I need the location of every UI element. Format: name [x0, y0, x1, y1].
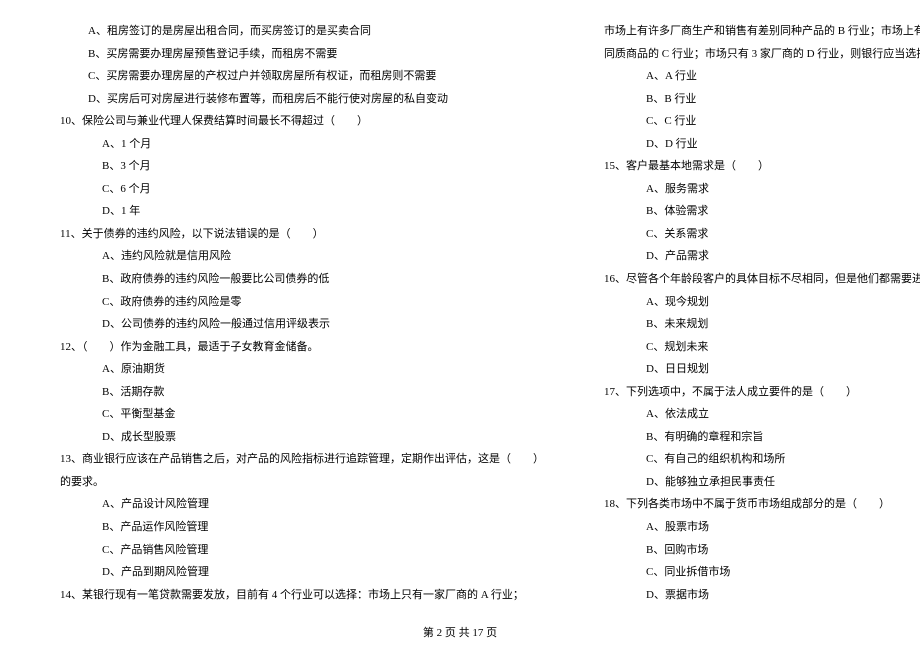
option-text: B、产品运作风险管理 [60, 516, 544, 539]
option-text: D、日日规划 [604, 358, 920, 381]
option-text: B、有明确的章程和宗旨 [604, 426, 920, 449]
option-text: C、政府债券的违约风险是零 [60, 291, 544, 314]
option-text: B、买房需要办理房屋预售登记手续，而租房不需要 [60, 43, 544, 66]
option-text: C、关系需求 [604, 223, 920, 246]
option-text: B、B 行业 [604, 88, 920, 111]
option-text: D、产品到期风险管理 [60, 561, 544, 584]
option-text: D、成长型股票 [60, 426, 544, 449]
page-footer: 第 2 页 共 17 页 [0, 624, 920, 640]
option-text: C、规划未来 [604, 336, 920, 359]
option-text: A、A 行业 [604, 65, 920, 88]
question-text: 13、商业银行应该在产品销售之后，对产品的风险指标进行追踪管理，定期作出评估，这… [60, 448, 544, 471]
option-text: C、6 个月 [60, 178, 544, 201]
left-column: A、租房签订的是房屋出租合同，而买房签订的是买卖合同 B、买房需要办理房屋预售登… [60, 20, 544, 590]
question-text: 18、下列各类市场中不属于货币市场组成部分的是（ ） [604, 493, 920, 516]
option-text: A、现今规划 [604, 291, 920, 314]
option-text: D、票据市场 [604, 584, 920, 607]
option-text: B、活期存款 [60, 381, 544, 404]
option-text: D、买房后可对房屋进行装修布置等，而租房后不能行使对房屋的私自变动 [60, 88, 544, 111]
option-text: B、体验需求 [604, 200, 920, 223]
question-text: 17、下列选项中，不属于法人成立要件的是（ ） [604, 381, 920, 404]
question-text: 市场上有许多厂商生产和销售有差别同种产品的 B 行业；市场上有许多厂商生产和销售… [604, 20, 920, 43]
option-text: D、产品需求 [604, 245, 920, 268]
option-text: D、D 行业 [604, 133, 920, 156]
question-text: 16、尽管各个年龄段客户的具体目标不尽相同，但是他们都需要进行（ ） [604, 268, 920, 291]
option-text: A、1 个月 [60, 133, 544, 156]
option-text: A、产品设计风险管理 [60, 493, 544, 516]
option-text: A、违约风险就是信用风险 [60, 245, 544, 268]
option-text: C、产品销售风险管理 [60, 539, 544, 562]
content-columns: A、租房签订的是房屋出租合同，而买房签订的是买卖合同 B、买房需要办理房屋预售登… [60, 20, 880, 590]
question-text: 的要求。 [60, 471, 544, 494]
question-text: 11、关于债券的违约风险，以下说法错误的是（ ） [60, 223, 544, 246]
option-text: A、依法成立 [604, 403, 920, 426]
question-text: 12、（ ）作为金融工具，最适于子女教育金储备。 [60, 336, 544, 359]
option-text: C、买房需要办理房屋的产权过户并领取房屋所有权证，而租房则不需要 [60, 65, 544, 88]
option-text: C、有自己的组织机构和场所 [604, 448, 920, 471]
option-text: C、C 行业 [604, 110, 920, 133]
option-text: A、原油期货 [60, 358, 544, 381]
option-text: B、回购市场 [604, 539, 920, 562]
option-text: B、政府债券的违约风险一般要比公司债券的低 [60, 268, 544, 291]
option-text: D、公司债券的违约风险一般通过信用评级表示 [60, 313, 544, 336]
option-text: C、同业拆借市场 [604, 561, 920, 584]
question-text: 14、某银行现有一笔贷款需要发放，目前有 4 个行业可以选择：市场上只有一家厂商… [60, 584, 544, 607]
option-text: A、租房签订的是房屋出租合同，而买房签订的是买卖合同 [60, 20, 544, 43]
question-text: 同质商品的 C 行业；市场只有 3 家厂商的 D 行业，则银行应当选择（ ） [604, 43, 920, 66]
question-text: 15、客户最基本地需求是（ ） [604, 155, 920, 178]
option-text: B、未来规划 [604, 313, 920, 336]
question-text: 10、保险公司与兼业代理人保费结算时间最长不得超过（ ） [60, 110, 544, 133]
option-text: A、服务需求 [604, 178, 920, 201]
right-column: 市场上有许多厂商生产和销售有差别同种产品的 B 行业；市场上有许多厂商生产和销售… [604, 20, 920, 590]
option-text: B、3 个月 [60, 155, 544, 178]
option-text: D、1 年 [60, 200, 544, 223]
option-text: C、平衡型基金 [60, 403, 544, 426]
option-text: D、能够独立承担民事责任 [604, 471, 920, 494]
option-text: A、股票市场 [604, 516, 920, 539]
